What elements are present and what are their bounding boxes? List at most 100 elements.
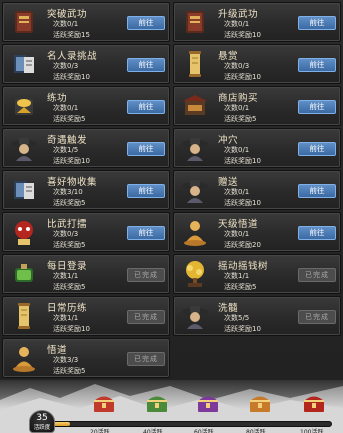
chest-purple-icon[interactable]	[196, 392, 220, 414]
task-title: 每日登录	[47, 261, 88, 272]
completed-button: 已完成	[127, 268, 165, 282]
completed-button: 已完成	[127, 352, 165, 366]
task-count: 次数1/1	[53, 314, 79, 322]
task-count: 次数1/5	[53, 146, 79, 154]
chest-orange-icon[interactable]	[248, 392, 272, 414]
task-reward: 活跃奖励20	[224, 241, 261, 249]
task-count: 次数0/1	[53, 20, 79, 28]
chest-green-icon[interactable]	[145, 392, 169, 414]
task-reward: 活跃奖励5	[53, 199, 86, 207]
task-reward: 活跃奖励5	[53, 115, 86, 123]
task-reward: 活跃奖励10	[224, 157, 261, 165]
task-title: 奇遇触发	[47, 135, 88, 146]
hat-figure-icon	[180, 175, 210, 205]
task-title: 比武打擂	[47, 219, 88, 230]
task-title: 悬赏	[218, 51, 239, 62]
task-reward: 活跃奖励5	[53, 241, 86, 249]
task-card: 商店购买 次数0/1 活跃奖励5 前往	[173, 86, 341, 126]
scroll-book-icon	[9, 49, 39, 79]
task-count: 次数0/1	[224, 104, 250, 112]
book-red-icon	[9, 7, 39, 37]
activity-bar: 35 活跃度 20活跃 40活跃 60活跃 80活跃 100活跃	[0, 380, 343, 433]
task-count: 次数0/1	[224, 188, 250, 196]
task-count: 次数1/1	[53, 272, 79, 280]
goto-button[interactable]: 前往	[127, 100, 165, 114]
task-title: 名人录挑战	[47, 51, 98, 62]
task-card: 摇动摇钱树 次数1/1 活跃奖励5 已完成	[173, 254, 341, 294]
scroll-book-icon	[9, 175, 39, 205]
chest-red-icon[interactable]	[92, 392, 116, 414]
task-title: 商店购买	[218, 93, 259, 104]
goto-button[interactable]: 前往	[127, 226, 165, 240]
book-red-icon	[180, 7, 210, 37]
gold-ingot-icon	[9, 91, 39, 121]
green-stone-icon	[9, 259, 39, 289]
shop-stall-icon	[180, 91, 210, 121]
task-reward: 活跃奖励10	[53, 325, 90, 333]
task-card: 日常历练 次数1/1 活跃奖励10 已完成	[2, 296, 170, 336]
task-title: 日常历练	[47, 303, 88, 314]
task-card: 比武打擂 次数0/3 活跃奖励5 前往	[2, 212, 170, 252]
task-reward: 活跃奖励10	[224, 73, 261, 81]
task-card: 天级悟道 次数0/1 活跃奖励20 前往	[173, 212, 341, 252]
completed-button: 已完成	[127, 310, 165, 324]
paper-scroll-icon	[180, 49, 210, 79]
milestone-label: 20活跃	[90, 429, 110, 433]
task-reward: 活跃奖励10	[53, 73, 90, 81]
goto-button[interactable]: 前往	[298, 226, 336, 240]
task-count: 次数1/1	[224, 272, 250, 280]
goto-button[interactable]: 前往	[127, 142, 165, 156]
activity-label: 活跃度	[33, 425, 51, 431]
task-card: 练功 次数0/1 活跃奖励5 前往	[2, 86, 170, 126]
goto-button[interactable]: 前往	[298, 184, 336, 198]
task-count: 次数0/3	[53, 62, 79, 70]
task-title: 天级悟道	[218, 219, 259, 230]
paper-scroll-icon	[9, 301, 39, 331]
task-count: 次数0/1	[224, 146, 250, 154]
goto-button[interactable]: 前往	[298, 16, 336, 30]
task-title: 练功	[47, 93, 68, 104]
task-count: 次数0/3	[53, 230, 79, 238]
task-count: 次数5/5	[224, 314, 250, 322]
task-reward: 活跃奖励5	[224, 283, 257, 291]
milestone-label: 40活跃	[143, 429, 163, 433]
task-count: 次数0/3	[224, 62, 250, 70]
task-title: 摇动摇钱树	[218, 261, 269, 272]
task-card: 洗髓 次数5/5 活跃奖励10 已完成	[173, 296, 341, 336]
chest-red-gold-icon[interactable]	[302, 392, 326, 414]
completed-button: 已完成	[298, 310, 336, 324]
task-reward: 活跃奖励5	[53, 283, 86, 291]
task-reward: 活跃奖励5	[224, 115, 257, 123]
goto-button[interactable]: 前往	[127, 58, 165, 72]
task-reward: 活跃奖励15	[53, 31, 90, 39]
hat-figure-icon	[9, 133, 39, 163]
goto-button[interactable]: 前往	[298, 100, 336, 114]
task-card: 突破武功 次数0/1 活跃奖励15 前往	[2, 2, 170, 42]
task-card: 喜好物收集 次数3/10 活跃奖励5 前往	[2, 170, 170, 210]
task-reward: 活跃奖励10	[53, 157, 90, 165]
task-reward: 活跃奖励10	[224, 199, 261, 207]
milestone-label: 80活跃	[246, 429, 266, 433]
task-title: 突破武功	[47, 9, 88, 20]
task-reward: 活跃奖励10	[224, 31, 261, 39]
task-card: 冲穴 次数0/1 活跃奖励10 前往	[173, 128, 341, 168]
goto-button[interactable]: 前往	[298, 142, 336, 156]
task-card: 悟道 次数3/3 活跃奖励5 已完成	[2, 338, 170, 378]
task-card: 每日登录 次数1/1 活跃奖励5 已完成	[2, 254, 170, 294]
goto-button[interactable]: 前往	[127, 16, 165, 30]
task-title: 升级武功	[218, 9, 259, 20]
activity-progress-track	[40, 421, 332, 427]
task-title: 赠送	[218, 177, 239, 188]
hat-figure-icon	[180, 133, 210, 163]
task-grid: 突破武功 次数0/1 活跃奖励15 前往 升级武功 次数0/1 活跃奖励10 前往 名人录挑战次…	[2, 2, 341, 378]
goto-button[interactable]: 前往	[298, 58, 336, 72]
hat-figure-icon	[180, 301, 210, 331]
task-card: 悬赏 次数0/3 活跃奖励10 前往	[173, 44, 341, 84]
task-reward: 活跃奖励10	[224, 325, 261, 333]
goto-button[interactable]: 前往	[127, 184, 165, 198]
money-tree-icon	[180, 259, 210, 289]
completed-button: 已完成	[298, 268, 336, 282]
task-count: 次数0/1	[224, 230, 250, 238]
buddha-icon	[180, 217, 210, 247]
task-card: 名人录挑战 次数0/3 活跃奖励10 前往	[2, 44, 170, 84]
